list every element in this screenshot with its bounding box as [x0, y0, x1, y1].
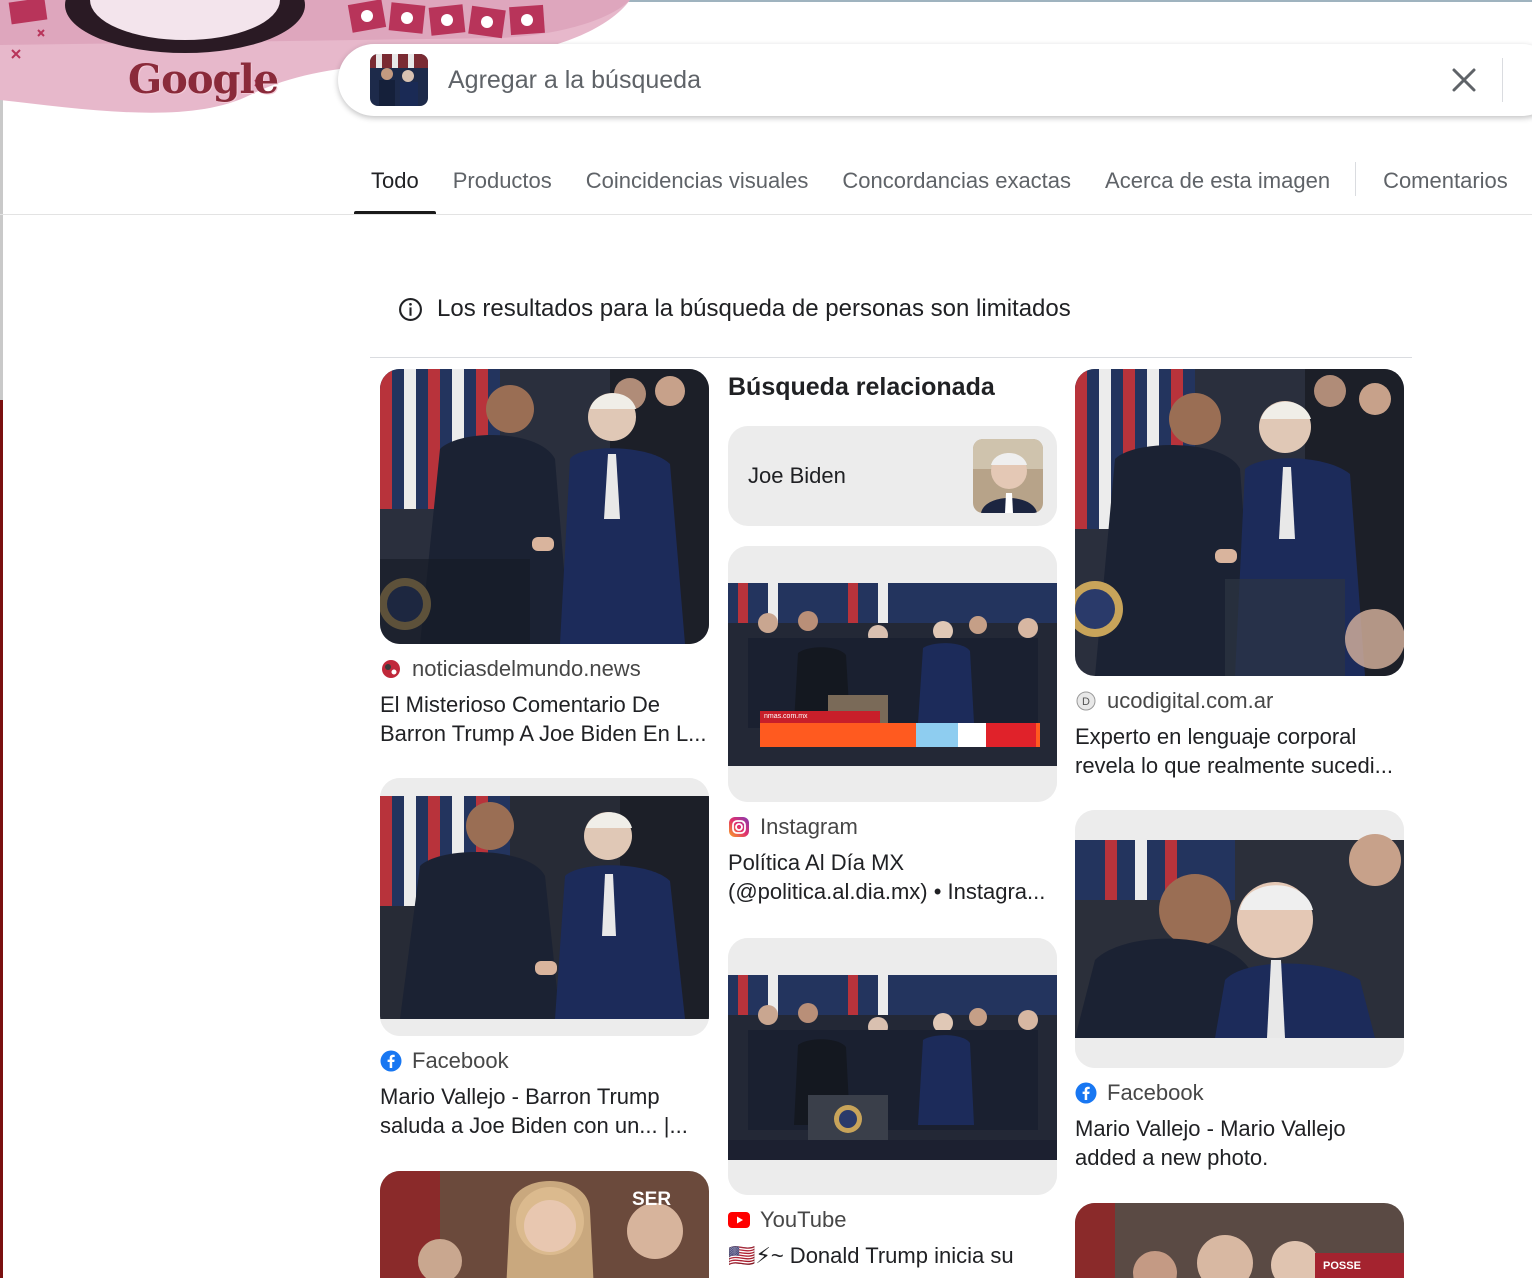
result-source-name: ucodigital.com.ar — [1107, 688, 1274, 713]
result-card[interactable]: D ucodigital.com.ar Experto en lenguaje … — [1075, 369, 1404, 780]
result-title-line: Mario Vallejo - Barron Trump — [380, 1084, 660, 1109]
result-title-line: Política Al Día MX — [728, 850, 905, 875]
notice-divider — [370, 357, 1412, 358]
result-title-line: 🇺🇸⚡~ Donald Trump inicia su — [728, 1243, 1014, 1268]
tab-concordancias-exactas[interactable]: Concordancias exactas — [825, 150, 1088, 214]
info-icon[interactable] — [398, 297, 423, 322]
tab-coincidencias-visuales[interactable]: Coincidencias visuales — [569, 150, 826, 214]
related-search-chip-joe-biden[interactable]: Joe Biden — [728, 426, 1057, 526]
result-card[interactable]: YouTube 🇺🇸⚡~ Donald Trump inicia su — [728, 938, 1057, 1270]
search-image-thumbnail[interactable] — [370, 54, 428, 106]
clear-search-button[interactable] — [1444, 60, 1484, 100]
site-favicon-icon: D — [1075, 690, 1097, 712]
tab-comentarios[interactable]: Comentarios — [1366, 150, 1525, 214]
result-image[interactable]: nmas.com.mx — [728, 546, 1057, 802]
google-logo[interactable]: Google — [128, 56, 279, 103]
result-image[interactable] — [728, 938, 1057, 1195]
result-title[interactable]: El Misterioso Comentario De Barron Trump… — [380, 690, 709, 748]
result-card[interactable]: noticiasdelmundo.news El Misterioso Come… — [380, 369, 709, 748]
tab-productos[interactable]: Productos — [436, 150, 569, 214]
result-source[interactable]: YouTube — [728, 1207, 1057, 1233]
result-image[interactable] — [1075, 369, 1404, 676]
result-title[interactable]: 🇺🇸⚡~ Donald Trump inicia su — [728, 1241, 1057, 1270]
result-source[interactable]: Facebook — [1075, 1080, 1404, 1106]
result-source-name: Instagram — [760, 814, 858, 839]
result-image[interactable] — [380, 778, 709, 1036]
watermark-nmas: nmas.com.mx — [764, 713, 808, 720]
youtube-icon — [728, 1209, 750, 1231]
result-source-name: noticiasdelmundo.news — [412, 656, 641, 681]
people-search-notice: Los resultados para la búsqueda de perso… — [398, 295, 1071, 323]
search-input[interactable]: Agregar a la búsqueda — [448, 66, 701, 95]
result-card[interactable]: Facebook Mario Vallejo - Barron Trump sa… — [380, 778, 709, 1140]
result-card[interactable]: nmas.com.mx Instagram Política Al Día MX… — [728, 546, 1057, 906]
search-box[interactable]: Agregar a la búsqueda — [338, 44, 1532, 116]
facebook-icon — [380, 1050, 402, 1072]
result-title-line: Barron Trump A Joe Biden En L... — [380, 721, 707, 746]
close-icon — [1452, 68, 1476, 92]
related-search-thumbnail — [973, 439, 1043, 513]
notice-text: Los resultados para la búsqueda de perso… — [437, 295, 1071, 322]
facebook-icon — [1075, 1082, 1097, 1104]
search-divider — [1502, 58, 1503, 102]
result-image[interactable]: POSSE — [1075, 1203, 1404, 1278]
globe-favicon-icon — [380, 658, 402, 680]
tab-todo[interactable]: Todo — [354, 150, 436, 214]
watermark-ser-logo: SER — [632, 1189, 672, 1210]
tab-acerca-de-esta-imagen[interactable]: Acerca de esta imagen — [1088, 150, 1347, 214]
result-card[interactable]: Facebook Mario Vallejo - Mario Vallejo a… — [1075, 810, 1404, 1172]
result-title-line: revela lo que realmente sucedi... — [1075, 753, 1393, 778]
result-source-name: Facebook — [412, 1048, 509, 1073]
results-tabs: Todo Productos Coincidencias visuales Co… — [354, 150, 1525, 214]
result-title-line: (@politica.al.dia.mx) • Instagra... — [728, 879, 1046, 904]
result-title-line: saluda a Joe Biden con un... |... — [380, 1113, 688, 1138]
result-title-line: El Misterioso Comentario De — [380, 692, 660, 717]
result-card[interactable]: SER — [380, 1171, 709, 1278]
watermark-posse: POSSE — [1323, 1260, 1361, 1272]
result-card[interactable]: POSSE — [1075, 1203, 1404, 1278]
result-source[interactable]: D ucodigital.com.ar — [1075, 688, 1404, 714]
result-title-line: Mario Vallejo - Mario Vallejo — [1075, 1116, 1346, 1141]
result-title[interactable]: Política Al Día MX (@politica.al.dia.mx)… — [728, 848, 1057, 906]
result-title-line: Experto en lenguaje corporal — [1075, 724, 1357, 749]
tab-separator — [1355, 162, 1357, 196]
result-title[interactable]: Experto en lenguaje corporal revela lo q… — [1075, 722, 1404, 780]
result-source[interactable]: noticiasdelmundo.news — [380, 656, 709, 682]
result-image[interactable] — [1075, 810, 1404, 1068]
instagram-icon — [728, 816, 750, 838]
result-image[interactable]: SER — [380, 1171, 709, 1278]
result-title-line: added a new photo. — [1075, 1145, 1269, 1170]
result-title[interactable]: Mario Vallejo - Mario Vallejo added a ne… — [1075, 1114, 1404, 1172]
result-source-name: YouTube — [760, 1207, 847, 1232]
result-source[interactable]: Facebook — [380, 1048, 709, 1074]
result-source-name: Facebook — [1107, 1080, 1204, 1105]
result-image[interactable] — [380, 369, 709, 644]
related-search-heading: Búsqueda relacionada — [728, 373, 995, 401]
result-source[interactable]: Instagram — [728, 814, 1057, 840]
svg-text:D: D — [1082, 696, 1090, 708]
window-top-border — [560, 0, 1532, 2]
result-title[interactable]: Mario Vallejo - Barron Trump saluda a Jo… — [380, 1082, 709, 1140]
tabs-divider — [0, 214, 1532, 215]
related-search-label: Joe Biden — [748, 463, 846, 488]
window-edge — [0, 0, 3, 1278]
